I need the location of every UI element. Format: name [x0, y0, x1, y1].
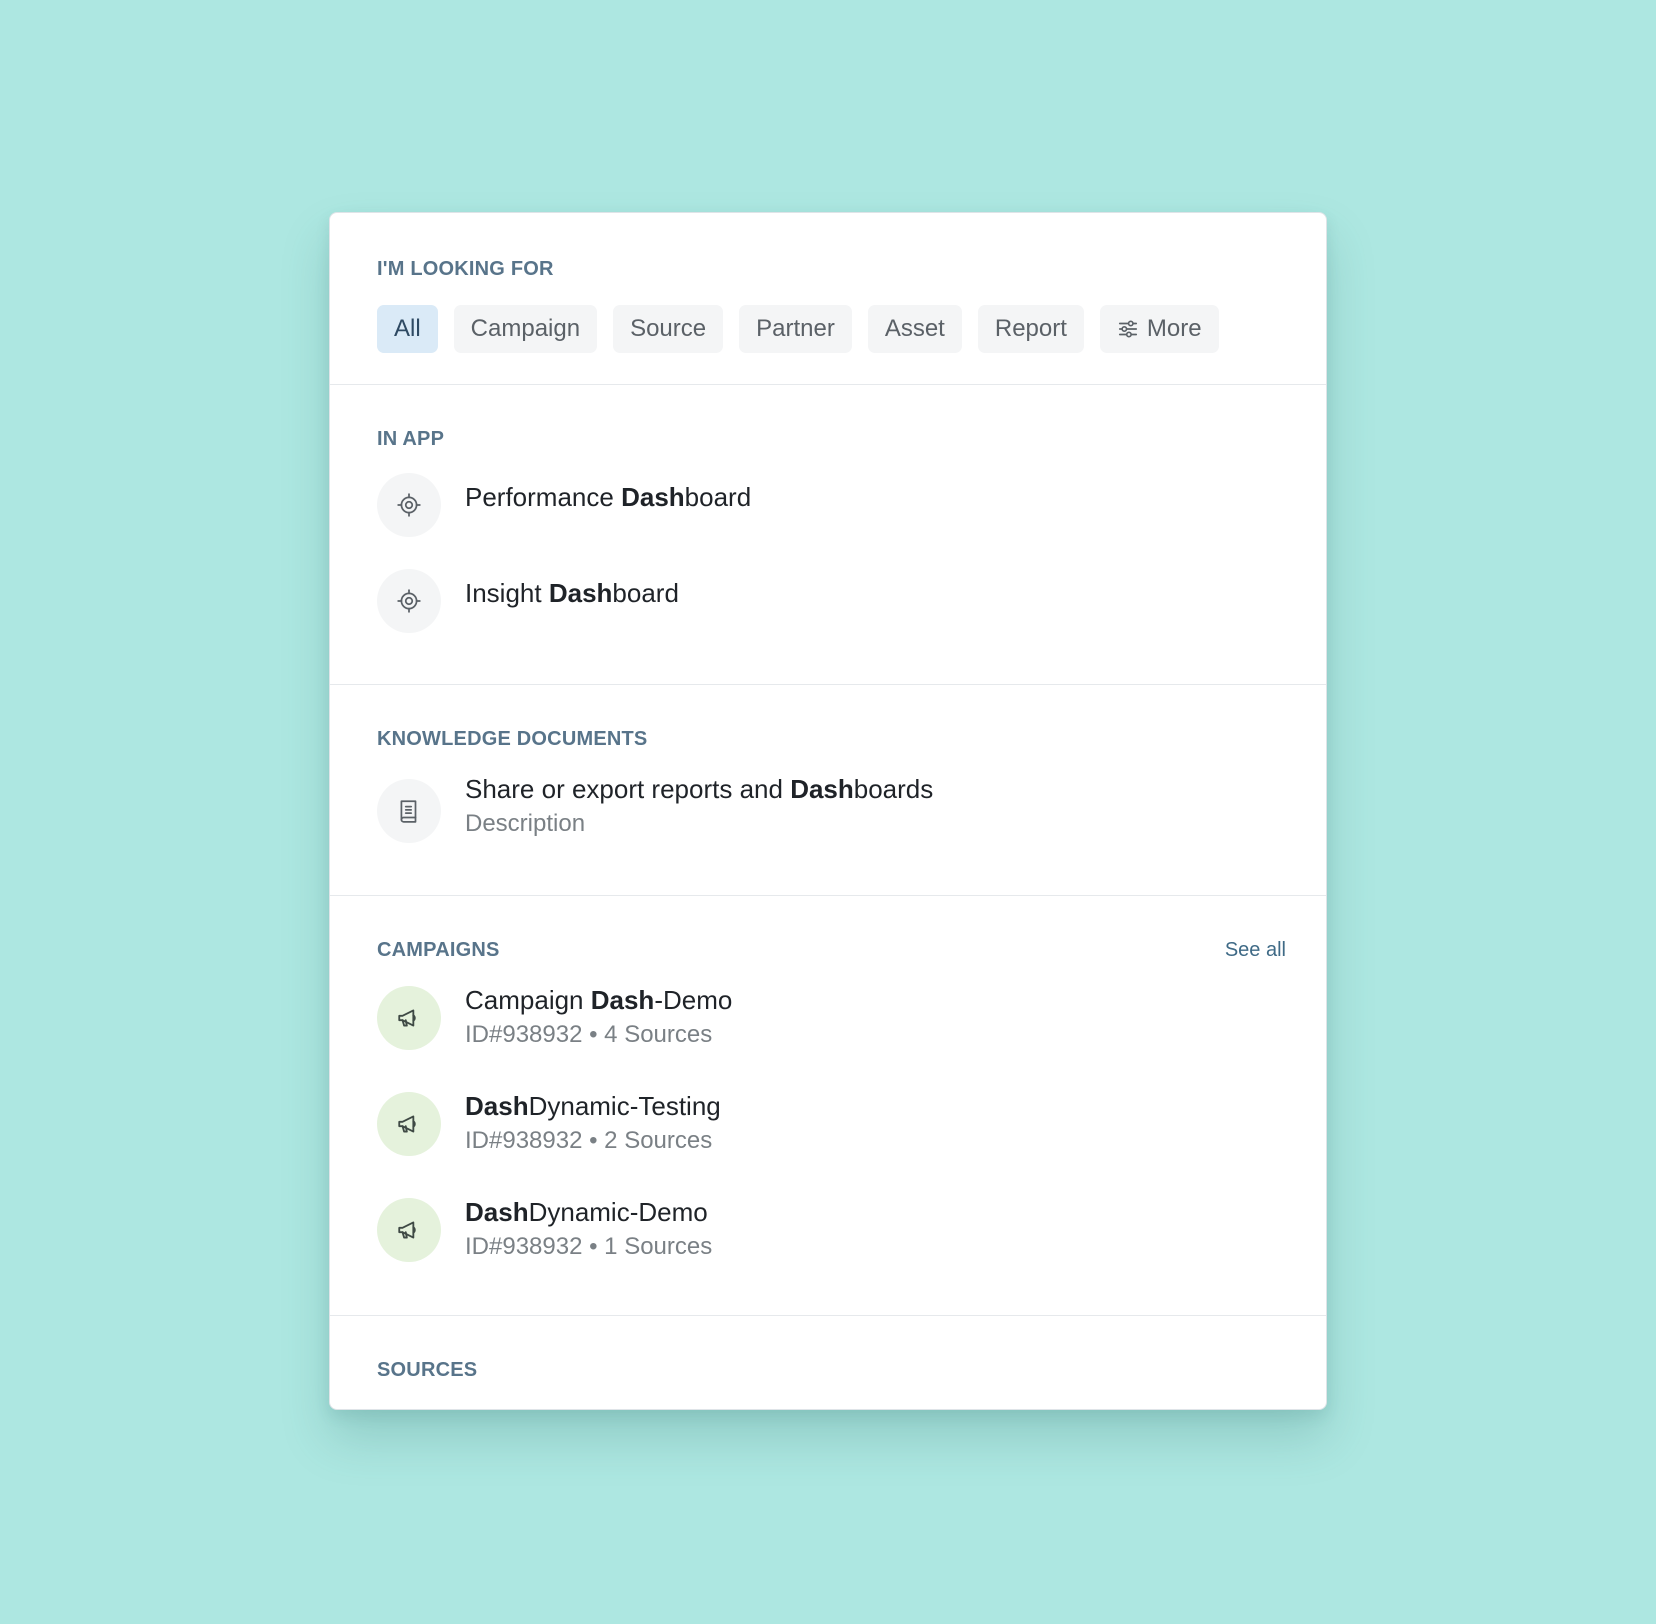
- item-icon-wrap: [377, 569, 441, 633]
- knowledge-title: KNOWLEDGE DOCUMENTS: [377, 727, 648, 750]
- sources-header: SOURCES: [377, 1358, 1286, 1382]
- in-app-title: IN APP: [377, 427, 445, 450]
- item-text: DashDynamic-Testing ID#938932 • 2 Source…: [465, 1090, 721, 1156]
- item-icon-wrap: [377, 1198, 441, 1262]
- megaphone-icon: [398, 1009, 416, 1027]
- title-match: Dash: [465, 1197, 529, 1227]
- title-prefix: Share or export reports and: [465, 774, 791, 804]
- knowledge-header: KNOWLEDGE DOCUMENTS: [377, 727, 1286, 751]
- title-suffix: board: [612, 578, 679, 608]
- campaigns-section: CAMPAIGNS See all Campaign Dash-Demo ID#…: [330, 896, 1326, 1316]
- item-text: Insight Dashboard: [465, 569, 679, 609]
- title-match: Dash: [548, 578, 613, 608]
- item-title: Share or export reports and Dashboards: [465, 773, 933, 805]
- sliders-icon: [1118, 320, 1137, 338]
- megaphone-icon: [398, 1115, 416, 1133]
- title-match: Dash: [465, 1091, 529, 1121]
- item-icon-wrap: [377, 1092, 441, 1156]
- campaign-item[interactable]: DashDynamic-Demo ID#938932 • 1 Sources: [377, 1196, 1286, 1262]
- title-suffix: board: [684, 482, 752, 512]
- item-subtitle: ID#938932 • 4 Sources: [465, 1021, 713, 1048]
- item-subtitle: ID#938932 • 1 Sources: [465, 1233, 713, 1260]
- item-text: Campaign Dash-Demo ID#938932 • 4 Sources: [465, 984, 732, 1050]
- search-results-panel: I'M LOOKING FOR All Campaign Source Part…: [329, 212, 1327, 1410]
- item-title: DashDynamic-Testing: [465, 1090, 721, 1122]
- in-app-section: IN APP Performance Dashboard Insight Das…: [330, 385, 1326, 685]
- target-icon: [397, 589, 421, 613]
- filter-section: I'M LOOKING FOR All Campaign Source Part…: [330, 213, 1326, 385]
- item-subtitle: ID#938932 • 2 Sources: [465, 1127, 713, 1154]
- target-icon: [397, 493, 421, 517]
- item-title: DashDynamic-Demo: [465, 1196, 712, 1228]
- sources-section: SOURCES: [330, 1316, 1326, 1382]
- campaign-item[interactable]: Campaign Dash-Demo ID#938932 • 4 Sources: [377, 984, 1286, 1050]
- chip-all[interactable]: All: [377, 305, 438, 353]
- item-icon-wrap: [377, 779, 441, 843]
- chip-partner[interactable]: Partner: [739, 305, 852, 353]
- sources-title: SOURCES: [377, 1358, 478, 1381]
- item-text: DashDynamic-Demo ID#938932 • 1 Sources: [465, 1196, 712, 1262]
- title-suffix: boards: [853, 774, 934, 804]
- knowledge-item-share-export[interactable]: Share or export reports and Dashboards D…: [377, 773, 1286, 843]
- megaphone-icon: [398, 1221, 416, 1239]
- item-subtitle: Description: [465, 810, 586, 837]
- title-match: Dash: [590, 985, 655, 1015]
- item-icon-wrap: [377, 986, 441, 1050]
- chip-more[interactable]: More: [1099, 305, 1219, 353]
- item-title: Insight Dashboard: [465, 577, 679, 609]
- in-app-list: Performance Dashboard Insight Dashboard: [377, 473, 1286, 633]
- item-text: Performance Dashboard: [465, 473, 751, 513]
- document-icon: [400, 800, 417, 823]
- campaigns-header: CAMPAIGNS See all: [377, 938, 1286, 962]
- title-suffix: Dynamic-Demo: [528, 1197, 708, 1227]
- knowledge-documents-section: KNOWLEDGE DOCUMENTS Share or export repo…: [330, 685, 1326, 896]
- item-text: Share or export reports and Dashboards D…: [465, 773, 933, 839]
- chip-asset[interactable]: Asset: [867, 305, 962, 353]
- chip-campaign[interactable]: Campaign: [453, 305, 598, 353]
- knowledge-list: Share or export reports and Dashboards D…: [377, 773, 1286, 843]
- filter-section-title: I'M LOOKING FOR: [377, 257, 554, 280]
- title-suffix: Dynamic-Testing: [528, 1091, 721, 1121]
- campaigns-title: CAMPAIGNS: [377, 938, 500, 961]
- in-app-item-insight-dashboard[interactable]: Insight Dashboard: [377, 569, 1286, 633]
- campaigns-list: Campaign Dash-Demo ID#938932 • 4 Sources…: [377, 984, 1286, 1262]
- filter-chips: All Campaign Source Partner Asset Report…: [377, 305, 1286, 353]
- title-prefix: Insight: [465, 578, 549, 608]
- item-title: Campaign Dash-Demo: [465, 984, 732, 1016]
- chip-more-label: More: [1146, 315, 1202, 342]
- item-title: Performance Dashboard: [465, 481, 751, 513]
- chip-source[interactable]: Source: [613, 305, 724, 353]
- title-match: Dash: [790, 774, 854, 804]
- in-app-header: IN APP: [377, 427, 1286, 451]
- campaign-item[interactable]: DashDynamic-Testing ID#938932 • 2 Source…: [377, 1090, 1286, 1156]
- chip-report[interactable]: Report: [977, 305, 1084, 353]
- title-suffix: -Demo: [654, 985, 733, 1015]
- see-all-link[interactable]: See all: [1225, 939, 1286, 962]
- in-app-item-performance-dashboard[interactable]: Performance Dashboard: [377, 473, 1286, 537]
- item-icon-wrap: [377, 473, 441, 537]
- title-match: Dash: [621, 482, 685, 512]
- filter-header: I'M LOOKING FOR: [377, 257, 1286, 281]
- title-prefix: Campaign: [465, 985, 591, 1015]
- title-prefix: Performance: [465, 482, 622, 512]
